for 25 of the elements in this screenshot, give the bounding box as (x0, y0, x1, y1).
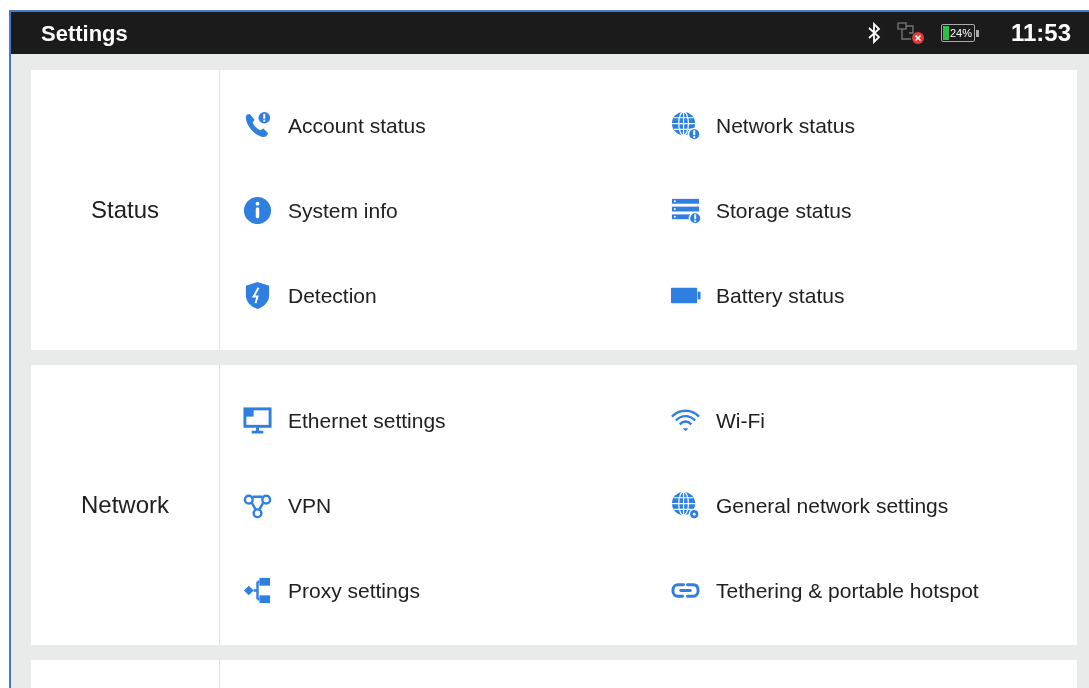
settings-item[interactable]: Wi-Fi (670, 378, 1077, 463)
clock-time: 11:53 (1010, 18, 1071, 48)
settings-item[interactable]: Account status (242, 83, 670, 168)
settings-item[interactable]: Storage status (670, 168, 1077, 253)
settings-item[interactable]: Battery status (670, 253, 1077, 338)
settings-item[interactable]: VPN (242, 463, 670, 548)
settings-item[interactable]: Proxy settings (242, 548, 670, 633)
bluetooth-icon (866, 22, 881, 44)
settings-item[interactable]: System info (242, 168, 670, 253)
globe-alert-icon (670, 110, 701, 141)
settings-item[interactable]: Ethernet settings (242, 378, 670, 463)
ethernet-disconnected-icon (896, 21, 925, 45)
settings-item[interactable]: Tethering & portable hotspot (670, 548, 1077, 633)
info-icon (242, 195, 273, 226)
globe-gear-icon (670, 490, 701, 521)
screen-title: Settings (41, 19, 128, 48)
settings-item[interactable]: General network settings (670, 463, 1077, 548)
hierarchy-icon (242, 575, 273, 606)
battery-fill (942, 26, 949, 40)
settings-item[interactable]: Network status (670, 83, 1077, 168)
settings-item[interactable]: Detection (242, 253, 670, 338)
section-title: Network (81, 490, 169, 520)
section-title: Status (90, 195, 159, 225)
battery-percent: 24% (949, 26, 972, 40)
monitor-icon (242, 405, 273, 436)
